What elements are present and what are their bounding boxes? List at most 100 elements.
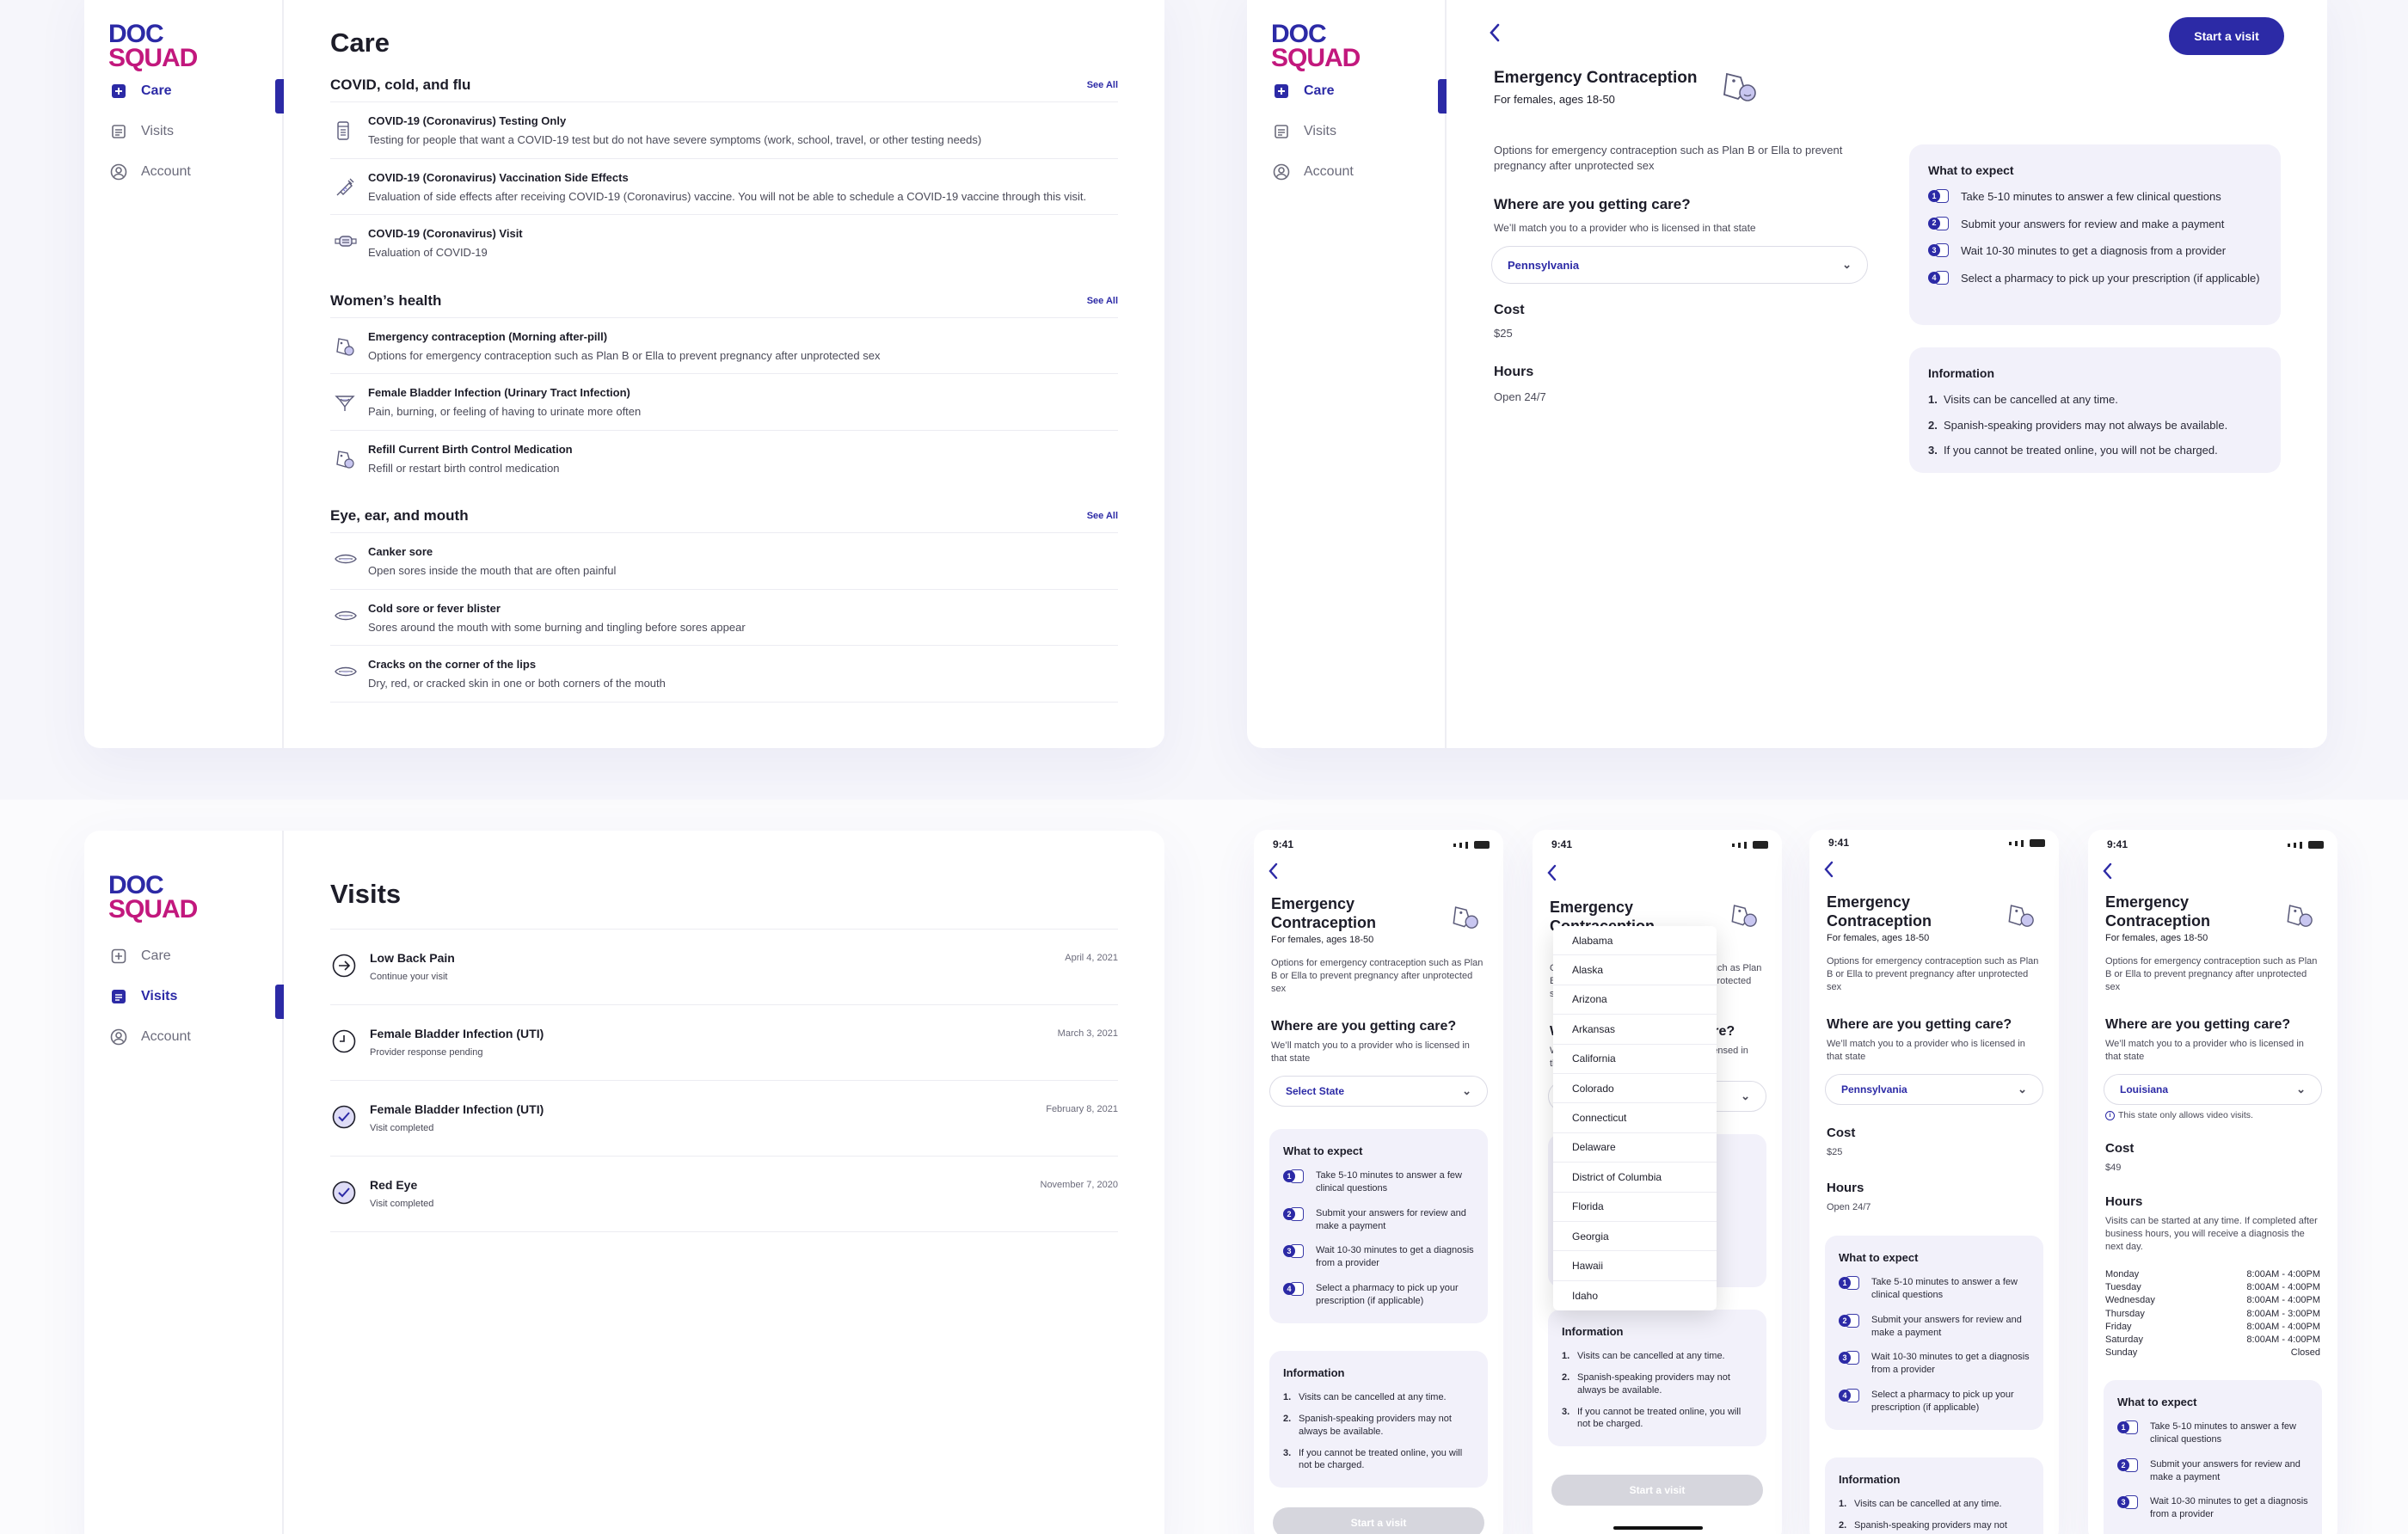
see-all-link[interactable]: See All xyxy=(1087,296,1118,306)
care-item[interactable]: Emergency contraception (Morning after-p… xyxy=(330,316,1118,374)
sidebar-item-account[interactable]: Account xyxy=(110,151,284,192)
sidebar-item-visits[interactable]: Visits xyxy=(110,111,284,151)
sidebar-item-visits[interactable]: Visits xyxy=(110,976,284,1019)
state-option[interactable]: Delaware xyxy=(1553,1133,1717,1163)
state-option[interactable]: Alaska xyxy=(1553,955,1717,985)
docsquad-logo[interactable]: DOC SQUAD xyxy=(108,873,198,922)
care-section-eye-ear-mouth: Eye, ear, and mouth See All Canker sore O… xyxy=(330,505,1118,703)
state-option[interactable]: Hawaii xyxy=(1553,1251,1717,1281)
chevron-down-icon: ⌄ xyxy=(2296,1083,2306,1095)
logo-line-2: SQUAD xyxy=(108,43,198,72)
back-chevron-icon[interactable] xyxy=(2102,862,2112,884)
info-text: Spanish-speaking providers may not alway… xyxy=(1577,1371,1730,1396)
start-visit-button[interactable]: Start a visit xyxy=(1551,1475,1763,1506)
step-3-icon: 3 xyxy=(1839,1351,1863,1365)
card-title: What to expect xyxy=(1839,1251,1919,1264)
state-option[interactable]: Florida xyxy=(1553,1193,1717,1222)
care-item[interactable]: Cracks on the corner of the lips Dry, red… xyxy=(330,645,1118,703)
step-text: Wait 10-30 minutes to get a diagnosis fr… xyxy=(2150,1496,2308,1520)
chevron-down-icon: ⌄ xyxy=(1462,1084,1471,1097)
care-section-covid: COVID, cold, and flu See All COVID-19 (C… xyxy=(330,74,1118,271)
state-option[interactable]: Connecticut xyxy=(1553,1103,1717,1133)
state-select[interactable]: Louisiana ⌄ xyxy=(2104,1074,2322,1105)
info-item: 3. If you cannot be treated online, you w… xyxy=(1562,1406,1753,1432)
care-item[interactable]: Cold sore or fever blister Sores around t… xyxy=(330,588,1118,646)
visits-main: Visits Low Back Pain Continue your visit… xyxy=(284,831,1164,1534)
status-time: 9:41 xyxy=(2107,838,2128,850)
visit-status: Visit completed xyxy=(370,1123,434,1133)
back-chevron-icon[interactable] xyxy=(1268,862,1278,884)
care-item-title: COVID-19 (Coronavirus) Testing Only xyxy=(368,114,567,127)
clipboard-icon xyxy=(1273,123,1290,140)
expect-step: 2 Submit your answers for review and make… xyxy=(2117,1457,2308,1484)
see-all-link[interactable]: See All xyxy=(1087,80,1118,90)
care-item[interactable]: Female Bladder Infection (Urinary Tract … xyxy=(330,373,1118,430)
back-chevron-icon[interactable] xyxy=(1546,864,1557,886)
page-title: Care xyxy=(330,28,390,58)
info-icon: i xyxy=(2105,1110,2115,1120)
chevron-down-icon: ⌄ xyxy=(2018,1083,2027,1095)
state-option[interactable]: Georgia xyxy=(1553,1222,1717,1252)
state-option[interactable]: Alabama xyxy=(1553,926,1717,956)
section-title: Women’s health xyxy=(330,291,442,309)
state-select[interactable]: Select State ⌄ xyxy=(1269,1076,1488,1107)
mouth-icon xyxy=(330,658,368,691)
visit-row[interactable]: Female Bladder Infection (UTI) Visit com… xyxy=(330,1081,1118,1157)
start-visit-button[interactable]: Start a visit xyxy=(2169,17,2284,55)
state-select-value: Pennsylvania xyxy=(1508,258,1580,272)
visit-description: Options for emergency contraception such… xyxy=(1827,956,2039,992)
state-option[interactable]: Idaho xyxy=(1553,1281,1717,1310)
care-item[interactable]: Refill Current Birth Control Medication R… xyxy=(330,429,1118,487)
sidebar-item-account[interactable]: Account xyxy=(110,1016,284,1057)
pill-icon xyxy=(1730,900,1760,934)
day: Friday xyxy=(2105,1321,2132,1332)
step-2-icon: 2 xyxy=(1839,1313,1863,1328)
state-option[interactable]: Colorado xyxy=(1553,1074,1717,1104)
docsquad-logo[interactable]: DOC SQUAD xyxy=(108,21,198,72)
where-heading: Where are you getting care? xyxy=(1827,1017,2012,1032)
care-item[interactable]: Canker sore Open sores inside the mouth t… xyxy=(330,532,1118,589)
state-option[interactable]: California xyxy=(1553,1045,1717,1074)
state-select[interactable]: Pennsylvania ⌄ xyxy=(1491,246,1868,284)
expect-step: 1 Take 5-10 minutes to answer a few clini… xyxy=(1283,1169,1474,1195)
visit-status: Visit completed xyxy=(370,1199,434,1209)
state-select[interactable]: Pennsylvania ⌄ xyxy=(1825,1074,2043,1105)
sidebar-item-account[interactable]: Account xyxy=(1273,151,1447,192)
visit-description: Options for emergency contraception such… xyxy=(1271,958,1484,994)
info-item: 1. Visits can be cancelled at any time. xyxy=(1562,1351,1725,1361)
care-item-desc: Evaluation of side effects after receivi… xyxy=(368,189,1087,203)
care-item[interactable]: COVID-19 (Coronavirus) Vaccination Side … xyxy=(330,157,1118,215)
state-option[interactable]: Arizona xyxy=(1553,985,1717,1016)
visit-row[interactable]: Female Bladder Infection (UTI) Provider … xyxy=(330,1005,1118,1081)
step-text: Take 5-10 minutes to answer a few clinic… xyxy=(2150,1421,2296,1445)
back-chevron-icon[interactable] xyxy=(1488,22,1502,47)
see-all-link[interactable]: See All xyxy=(1087,511,1118,521)
sidebar-item-care[interactable]: Care xyxy=(1273,71,1447,114)
where-helper-text: We’ll match you to a provider who is lic… xyxy=(1827,1039,2025,1062)
start-visit-button[interactable]: Start a visit xyxy=(1273,1507,1484,1534)
info-text: Visits can be cancelled at any time. xyxy=(1944,393,2118,406)
care-item[interactable]: COVID-19 (Coronavirus) Visit Evaluation o… xyxy=(330,214,1118,271)
section-header: Eye, ear, and mouth See All xyxy=(330,505,1118,527)
what-to-expect-card: What to expect 1 Take 5-10 minutes to ans… xyxy=(1825,1236,2043,1430)
status-time: 9:41 xyxy=(1551,838,1573,850)
card-title: What to expect xyxy=(1283,1144,1363,1157)
back-chevron-icon[interactable] xyxy=(1823,861,1834,882)
state-option[interactable]: District of Columbia xyxy=(1553,1163,1717,1193)
sidebar-item-visits[interactable]: Visits xyxy=(1273,111,1447,151)
docsquad-logo[interactable]: DOC SQUAD xyxy=(1271,21,1361,71)
test-tube-icon xyxy=(330,114,368,148)
plus-square-icon xyxy=(1273,83,1290,100)
card-title: What to expect xyxy=(1928,163,2014,177)
state-option[interactable]: Arkansas xyxy=(1553,1015,1717,1045)
visit-row[interactable]: Low Back Pain Continue your visit April … xyxy=(330,930,1118,1005)
visit-row[interactable]: Red Eye Visit completed November 7, 2020 xyxy=(330,1157,1118,1232)
care-item[interactable]: COVID-19 (Coronavirus) Testing Only Testi… xyxy=(330,101,1118,158)
info-item: 1. Visits can be cancelled at any time. xyxy=(1839,1499,2002,1509)
care-item-desc: Sores around the mouth with some burning… xyxy=(368,620,746,634)
sidebar-item-care[interactable]: Care xyxy=(110,936,284,976)
sidebar-item-care[interactable]: Care xyxy=(110,71,284,114)
page-title: Visits xyxy=(330,879,402,909)
page-title: Emergency Contraception xyxy=(1271,895,1377,931)
hours-schedule: Monday 8:00AM - 4:00PM Tuesday 8:00AM - 4:… xyxy=(2105,1268,2320,1359)
